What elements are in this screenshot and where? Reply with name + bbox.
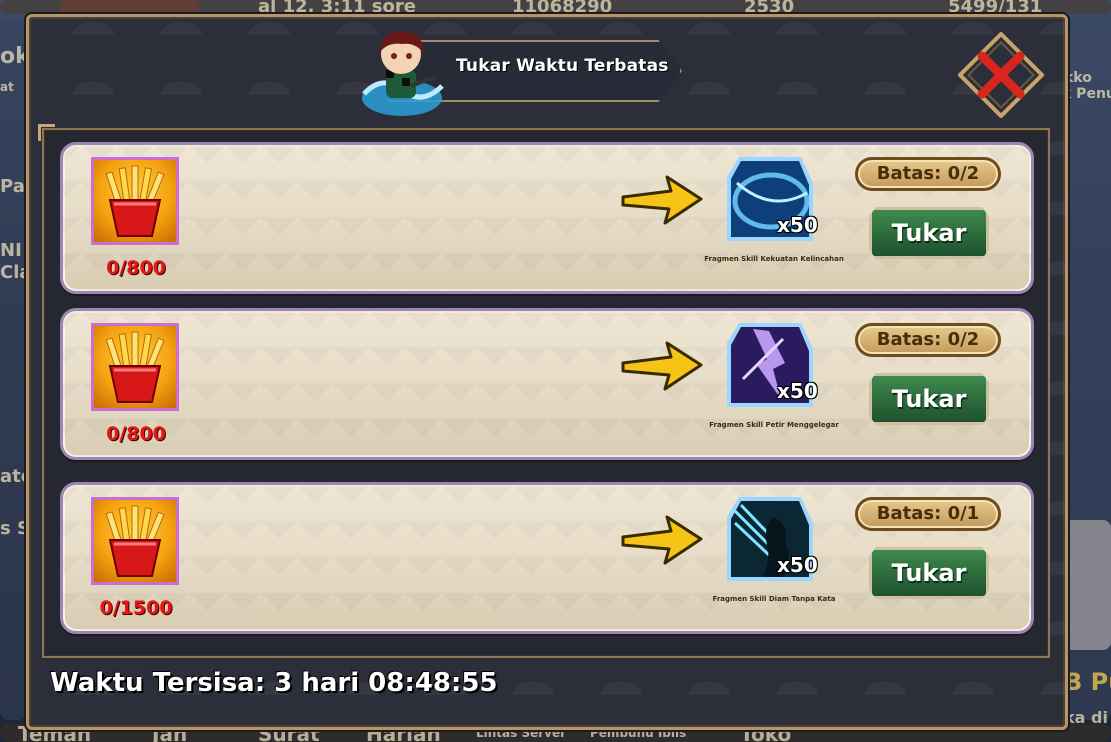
swap-button[interactable]: Tukar	[869, 547, 989, 599]
limit-badge: Batas: 0/1	[855, 497, 1001, 531]
bg-side-text: Pa	[0, 176, 25, 197]
fries-icon	[91, 323, 179, 411]
swap-button[interactable]: Tukar	[869, 373, 989, 425]
cost-amount: 0/1500	[99, 597, 173, 619]
arrow-right-icon	[621, 341, 703, 391]
dialog-title: Tukar Waktu Terbatas	[456, 56, 669, 76]
time-remaining: Waktu Tersisa: 3 hari 08:48:55	[50, 668, 498, 698]
bg-side-text: B Pu	[1064, 668, 1111, 696]
cost-amount: 0/800	[106, 423, 166, 445]
bg-side-text: kko	[1064, 70, 1092, 86]
exchange-row: 0/1500 x50 Fragmen Skill Diam Tanpa Kata…	[60, 482, 1034, 634]
fries-icon	[91, 497, 179, 585]
reward-quantity: x50	[777, 553, 818, 577]
bg-side-text: NI	[0, 240, 22, 261]
reward-quantity: x50	[777, 379, 818, 403]
cost-amount: 0/800	[106, 257, 166, 279]
arrow-right-icon	[621, 175, 703, 225]
reward-name: Fragmen Skill Diam Tanpa Kata	[712, 595, 836, 603]
limit-badge: Batas: 0/2	[855, 323, 1001, 357]
exchange-row: 0/800 x50 Fragmen Skill Petir Menggelega…	[60, 308, 1034, 460]
arrow-right-icon	[621, 515, 703, 565]
swap-button[interactable]: Tukar	[869, 207, 989, 259]
bg-side-text: ka di I	[1064, 708, 1111, 727]
close-button[interactable]	[958, 32, 1044, 118]
exchange-row: 0/800 x50 Fragmen Skill Kekuatan Kelinca…	[60, 142, 1034, 294]
fries-icon	[91, 157, 179, 245]
reward-quantity: x50	[777, 213, 818, 237]
bg-side-text: k Penu	[1062, 86, 1111, 102]
bg-side-text: at	[0, 80, 14, 94]
reward-name: Fragmen Skill Kekuatan Kelincahan	[704, 255, 844, 263]
limit-badge: Batas: 0/2	[855, 157, 1001, 191]
reward-name: Fragmen Skill Petir Menggelegar	[709, 421, 839, 429]
character-portrait-icon	[362, 31, 444, 116]
